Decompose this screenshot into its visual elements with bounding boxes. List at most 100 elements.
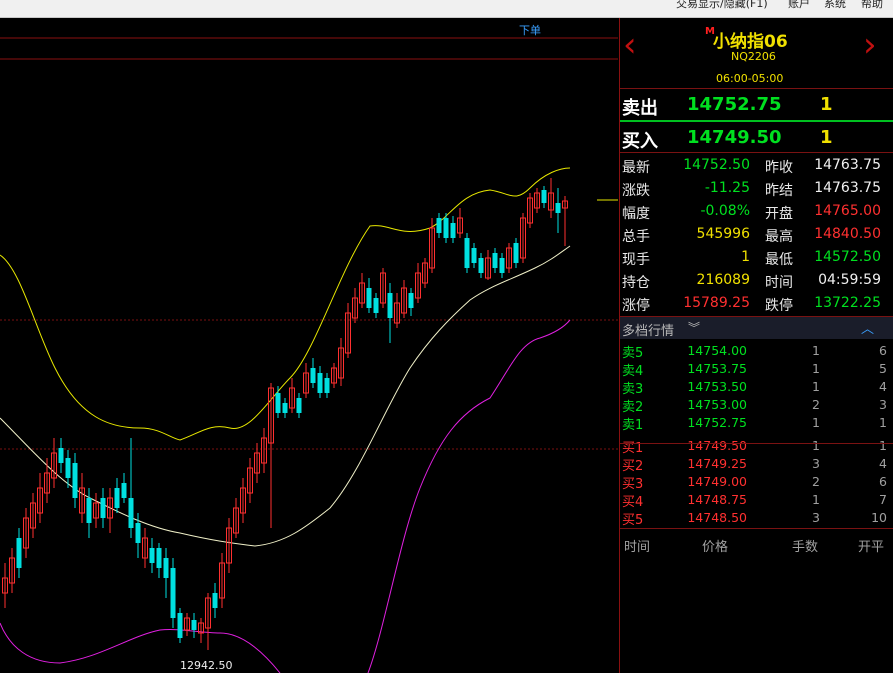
next-contract-arrow-icon[interactable]: › [863,28,877,62]
stat-label: 现手 [622,252,650,268]
menu-system[interactable]: 系统 [824,0,846,11]
low-price-annotation: 12942.50 [180,659,233,672]
candle-body [149,548,155,563]
candle-body [387,293,393,318]
candle-body [58,448,64,463]
bids-level-orders: 6 [879,474,887,489]
best-ask-price[interactable]: 14752.75 [687,94,782,115]
quote-panel: ‹ › M 小纳指06 NQ2206 06:00-05:00 卖出 14752.… [619,18,893,673]
bids-level-orders: 7 [879,492,887,507]
menu-toggle-trade[interactable]: 交易显示/隐藏(F1) [676,0,768,11]
ticks-header-qty: 手数 [792,540,819,555]
candle-body [114,488,120,508]
candle-body [408,293,414,308]
asks-level-orders: 4 [879,379,887,394]
bids-level-orders: 4 [879,456,887,471]
asks-level-orders: 3 [879,397,887,412]
candlestick-series [2,178,568,650]
sell-label: 卖出 [622,98,658,119]
ticks-header-price: 价格 [702,540,729,555]
candle-body [156,548,162,568]
stat-value: -0.08% [700,203,750,219]
bids-level-label: 买3 [622,477,644,492]
bids-level-price: 14749.00 [687,474,747,489]
asks-level-price: 14752.75 [687,415,747,430]
stat-value: 216089 [696,272,750,288]
bids-level-label: 买4 [622,495,644,510]
asks-level-row[interactable]: 卖3 14753.50 1 4 [620,378,893,397]
candle-body [478,258,484,273]
stat-label: 幅度 [622,206,650,222]
stat-value: 14752.50 [683,157,750,173]
asks-level-orders: 5 [879,361,887,376]
bollinger-middle-line [0,245,571,547]
asks-level-price: 14753.75 [687,361,747,376]
stat-value: 13722.25 [814,295,881,311]
prev-contract-arrow-icon[interactable]: ‹ [623,28,637,62]
candle-body [72,463,78,498]
bids-level-row[interactable]: 买3 14749.00 2 6 [620,473,893,492]
asks-level-qty: 1 [812,361,820,376]
stat-label: 最低 [765,252,793,268]
asks-level-orders: 1 [879,415,887,430]
spread-divider [620,120,893,122]
double-chevron-down-icon[interactable]: ︾ [688,319,700,336]
depth-header[interactable]: 多档行情 ︾ ︿ [620,317,893,339]
kline-canvas [0,37,618,673]
bids-level-row[interactable]: 买5 14748.50 3 10 [620,509,893,528]
asks-level-qty: 1 [812,415,820,430]
menu-help[interactable]: 帮助 [861,0,883,11]
best-bid-price[interactable]: 14749.50 [687,127,782,148]
bids-level-qty: 3 [812,456,820,471]
menu-bar: 交易显示/隐藏(F1) 账户 系统 帮助 [0,0,893,18]
bids-level-label: 买5 [622,513,644,528]
asks-level-label: 卖1 [622,418,644,433]
chevron-up-icon[interactable]: ︿ [861,318,874,337]
candle-body [212,593,218,608]
order-label[interactable]: 下单 [519,22,541,38]
bids-level-row[interactable]: 买1 14749.50 1 1 [620,437,893,456]
asks-level-row[interactable]: 卖5 14754.00 1 6 [620,342,893,361]
asks-level-qty: 1 [812,379,820,394]
asks-level-row[interactable]: 卖2 14753.00 2 3 [620,396,893,415]
kline-chart[interactable]: 下单 12942.50 [0,18,618,673]
candle-body [296,398,302,413]
candle-body [436,218,442,233]
candle-body [555,203,561,213]
candle-body [100,498,106,518]
asks-level-row[interactable]: 卖4 14753.75 1 5 [620,360,893,379]
asks-level-row[interactable]: 卖1 14752.75 1 1 [620,414,893,433]
asks-level-label: 卖2 [622,400,644,415]
asks-level-qty: 1 [812,343,820,358]
bids-level-label: 买2 [622,459,644,474]
candle-body [499,258,505,273]
menu-account[interactable]: 账户 [788,0,810,11]
asks-level-orders: 6 [879,343,887,358]
stat-label: 时间 [765,275,793,291]
trading-session: 06:00-05:00 [716,72,784,85]
best-ask-qty: 1 [820,94,833,115]
candle-body [450,223,456,238]
asks-level-qty: 2 [812,397,820,412]
contract-code: NQ2206 [731,50,776,63]
stat-label: 涨停 [622,298,650,314]
bids-level-row[interactable]: 买4 14748.75 1 7 [620,491,893,510]
candle-body [191,620,197,630]
stat-label: 最新 [622,160,650,176]
stat-label: 跌停 [765,298,793,314]
divider [620,88,893,89]
best-bid-qty: 1 [820,127,833,148]
candle-body [121,483,127,498]
stat-label: 开盘 [765,206,793,222]
divider [620,443,893,444]
candle-body [324,378,330,393]
bids-level-price: 14749.25 [687,456,747,471]
bids-level-price: 14749.50 [687,438,747,453]
candle-body [128,498,134,528]
bids-level-row[interactable]: 买2 14749.25 3 4 [620,455,893,474]
bids-level-qty: 3 [812,510,820,525]
asks-level-price: 14753.50 [687,379,747,394]
stat-label: 昨结 [765,183,793,199]
stat-value: 14763.75 [814,157,881,173]
asks-level-label: 卖3 [622,382,644,397]
